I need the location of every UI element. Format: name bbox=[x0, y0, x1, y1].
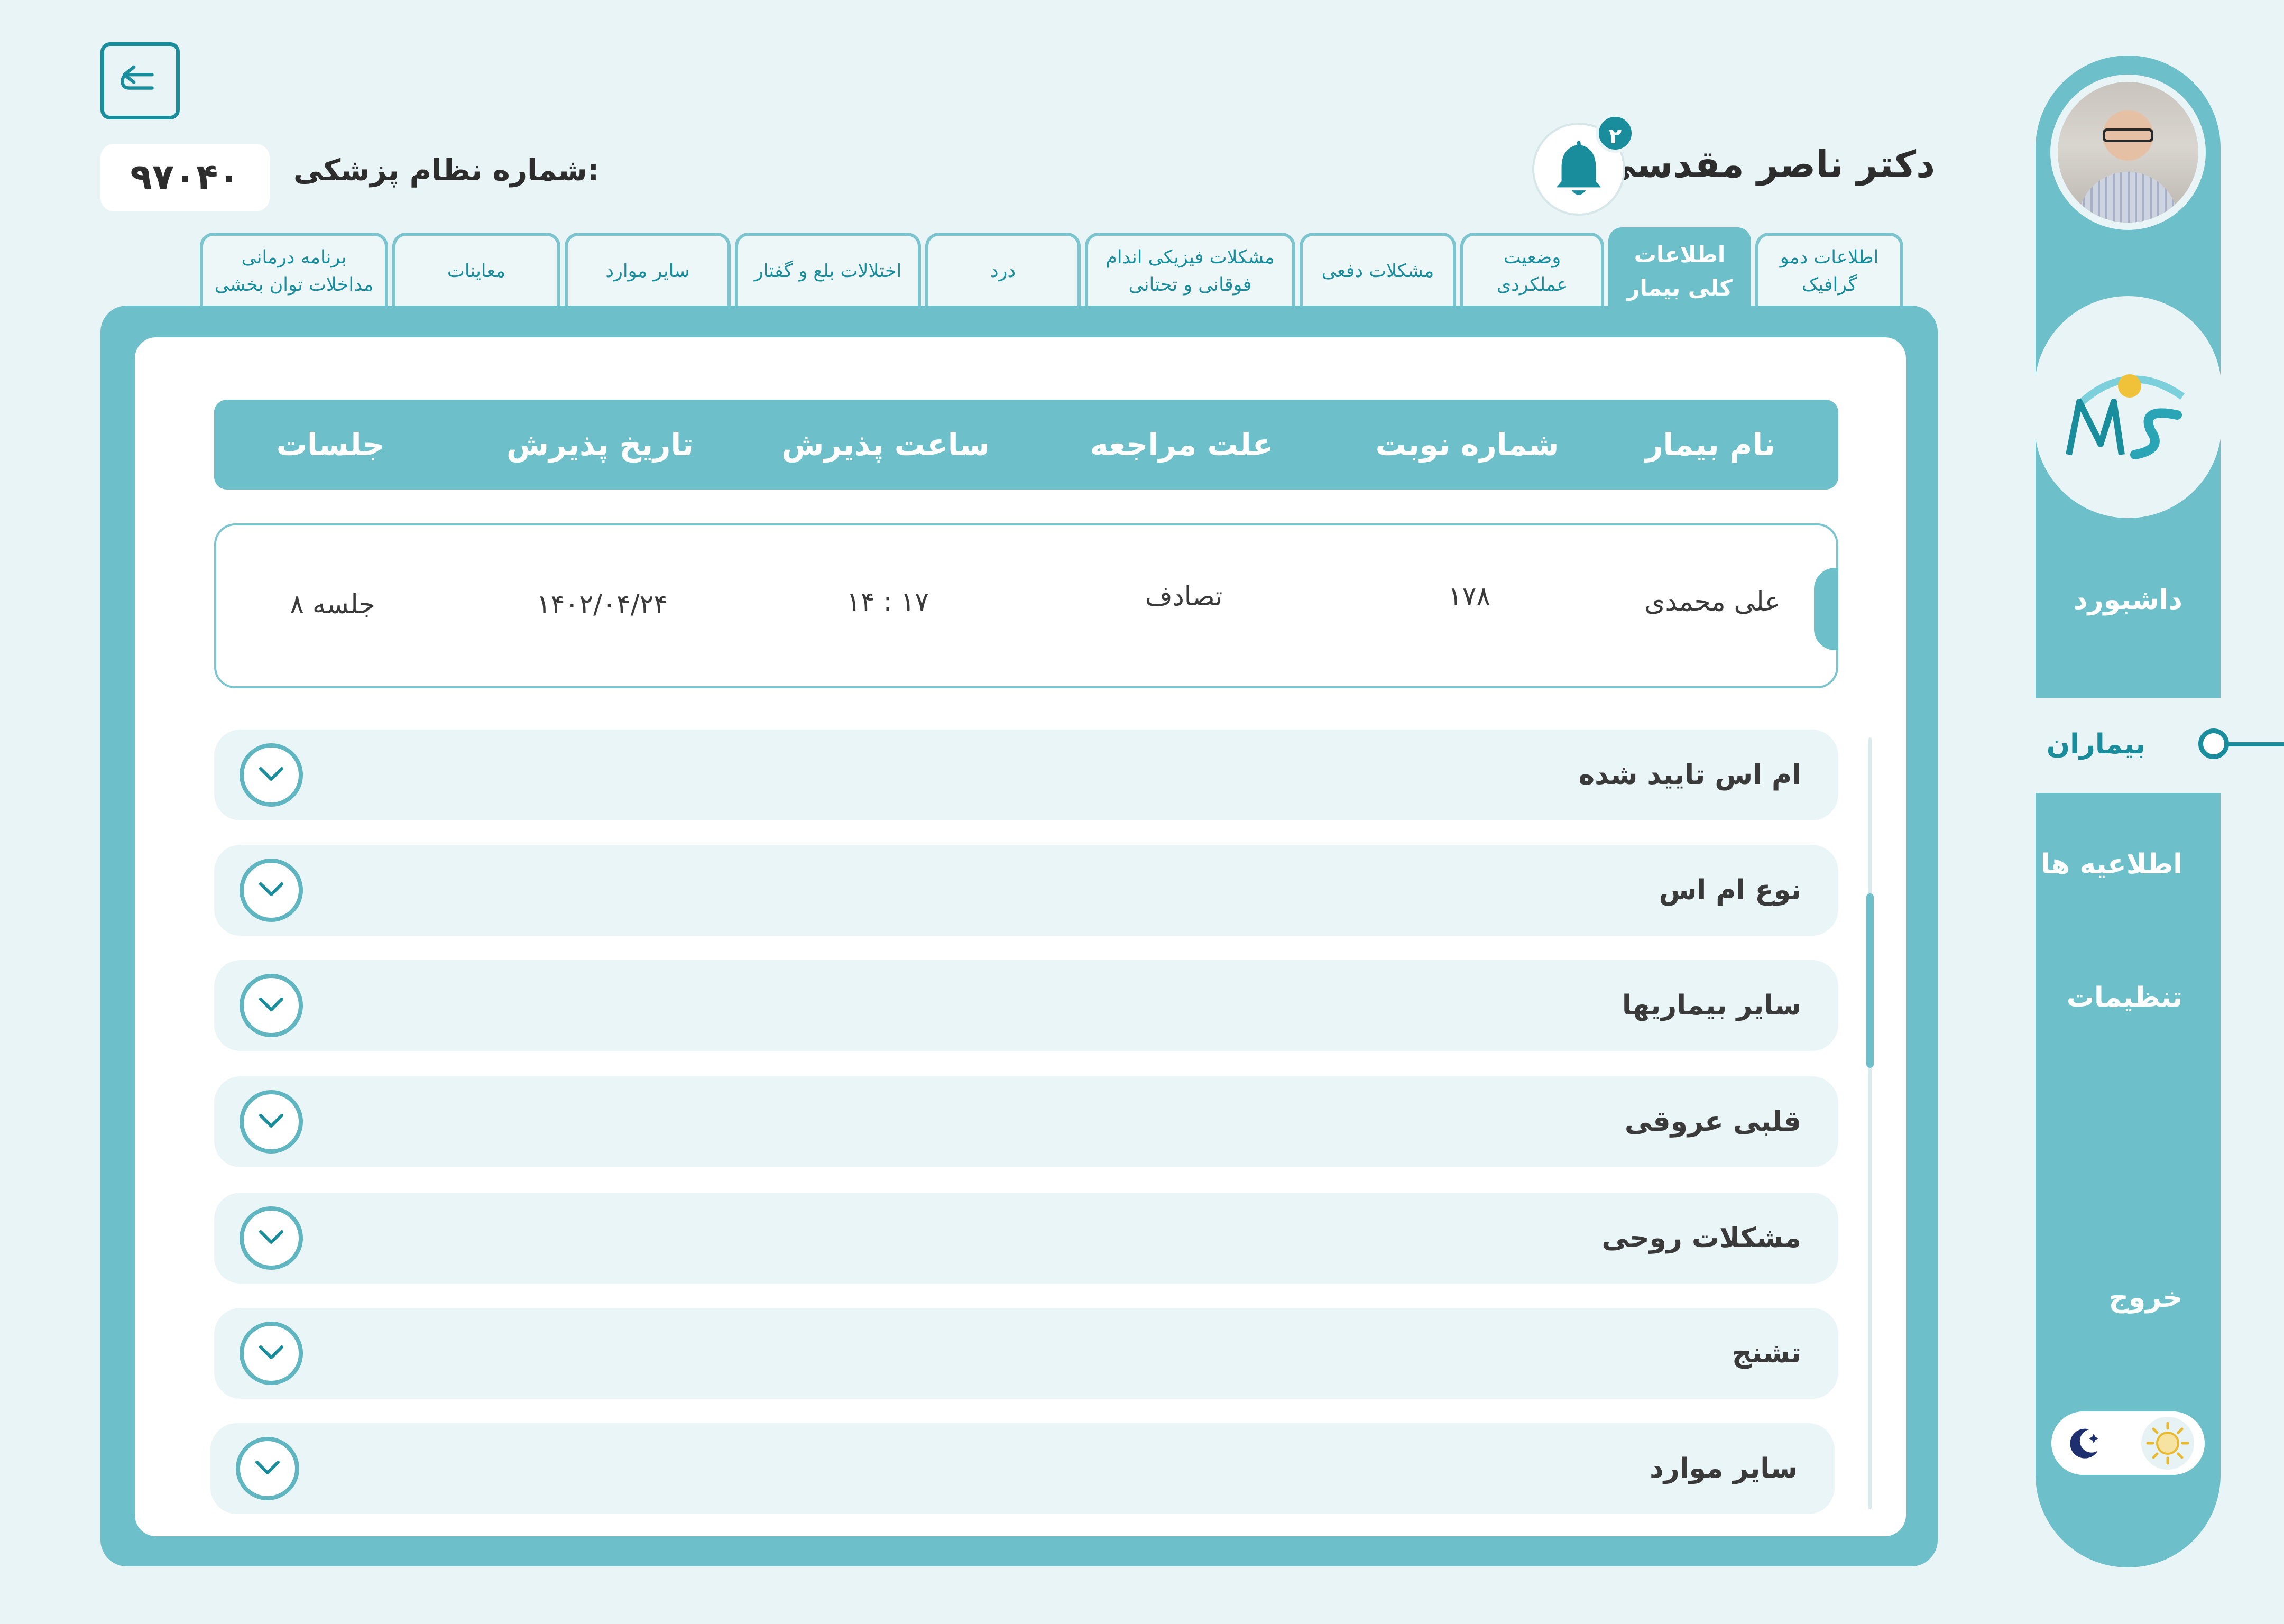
chevron-down-icon bbox=[259, 882, 283, 896]
tab-general-info[interactable]: اطلاعات کلی بیمار bbox=[1608, 227, 1751, 312]
expand-toggle[interactable] bbox=[240, 859, 303, 922]
cell-visit-reason: تصادف bbox=[1145, 581, 1223, 612]
expand-toggle[interactable] bbox=[240, 974, 303, 1037]
tab-pain[interactable]: درد bbox=[925, 233, 1081, 307]
tab-label: اختلالات بلع و گفتار bbox=[754, 260, 902, 282]
header-sessions: جلسات bbox=[276, 427, 385, 463]
accordion-label: تشنج bbox=[1732, 1337, 1801, 1369]
accordion-ms-confirmed[interactable]: ام اس تایید شده bbox=[214, 730, 1838, 820]
tab-label: اطلاعات کلی بیمار bbox=[1627, 242, 1733, 301]
tab-label: برنامه درمانی مداخلات توان بخشی bbox=[214, 246, 374, 296]
sun-icon bbox=[2146, 1422, 2189, 1465]
header-admission-time: ساعت پذیرش bbox=[781, 427, 990, 463]
sidebar-item-dashboard[interactable]: داشبورد bbox=[2074, 584, 2182, 616]
accordion-ms-type[interactable]: نوع ام اس bbox=[214, 845, 1838, 936]
tab-label: مشکلات فیزیکی اندام فوقانی و تحتانی bbox=[1106, 246, 1275, 296]
accordion-label: سایر موارد bbox=[1650, 1453, 1798, 1484]
avatar[interactable] bbox=[2058, 82, 2198, 223]
tab-physical-problems[interactable]: مشکلات فیزیکی اندام فوقانی و تحتانی bbox=[1085, 233, 1295, 307]
cell-admission-time: ۱۴ : ۱۷ bbox=[846, 586, 929, 617]
tab-label: مشکلات دفعی bbox=[1321, 260, 1434, 282]
ms-logo bbox=[2066, 374, 2185, 459]
accordion-mental-problems[interactable]: مشکلات روحی bbox=[214, 1193, 1838, 1284]
tab-label: درد bbox=[990, 260, 1016, 282]
sun-icon-holder[interactable] bbox=[2141, 1417, 2194, 1470]
scrollbar-thumb[interactable] bbox=[1866, 893, 1874, 1068]
chevron-down-icon bbox=[259, 998, 283, 1011]
chevron-down-icon bbox=[255, 1461, 280, 1474]
tab-label: اطلاعات دمو گرافیک bbox=[1780, 246, 1879, 296]
cell-admission-date: ۱۴۰۲/۰۴/۲۴ bbox=[536, 589, 668, 620]
avatar-frame bbox=[2050, 75, 2206, 230]
expand-toggle[interactable] bbox=[240, 1322, 303, 1385]
tab-excretory-problems[interactable]: مشکلات دفعی bbox=[1300, 233, 1456, 307]
table-header: نام بیمار شماره نوبت علت مراجعه ساعت پذی… bbox=[214, 400, 1838, 490]
cell-sessions: ۸ جلسه bbox=[290, 589, 375, 620]
tab-label: معاینات bbox=[447, 260, 506, 282]
doctor-name: دکتر ناصر مقدسی bbox=[1599, 143, 1935, 186]
scrollbar-track[interactable] bbox=[1868, 737, 1872, 1509]
accordion-label: سایر بیماریها bbox=[1622, 990, 1801, 1021]
header-patient-name: نام بیمار bbox=[1645, 427, 1775, 463]
avatar-glasses bbox=[2103, 128, 2153, 142]
notification-badge: ۲ bbox=[1596, 114, 1635, 153]
accordion-other-items[interactable]: سایر موارد bbox=[210, 1423, 1835, 1514]
moon-icon[interactable] bbox=[2065, 1424, 2103, 1462]
header-turn-number: شماره نوبت bbox=[1375, 427, 1559, 463]
theme-toggle[interactable] bbox=[2051, 1411, 2205, 1475]
header-admission-date: تاریخ پذیرش bbox=[506, 427, 694, 463]
back-arrow-icon bbox=[121, 65, 154, 90]
accordion-cardiovascular[interactable]: قلبی عروقی bbox=[214, 1076, 1838, 1167]
active-indicator-dot bbox=[2198, 728, 2229, 759]
accordion-other-diseases[interactable]: سایر بیماریها bbox=[214, 960, 1838, 1051]
back-button[interactable] bbox=[100, 42, 180, 119]
avatar-shirt bbox=[2078, 172, 2178, 223]
sidebar: داشبورد اطلاعیه ها تنظیمات خروج bbox=[2034, 56, 2222, 1567]
expand-toggle[interactable] bbox=[240, 1206, 303, 1270]
tab-other[interactable]: سایر موارد bbox=[565, 233, 731, 307]
table-row[interactable]: علی محمدی ۱۷۸ تصادف ۱۴ : ۱۷ ۱۴۰۲/۰۴/۲۴ ۸… bbox=[214, 523, 1838, 688]
tab-label: سایر موارد bbox=[605, 260, 690, 282]
cell-patient-name: علی محمدی bbox=[1644, 586, 1781, 617]
sidebar-item-settings[interactable]: تنظیمات bbox=[2067, 982, 2182, 1013]
tab-demographic[interactable]: اطلاعات دمو گرافیک bbox=[1755, 233, 1903, 307]
cell-turn-number: ۱۷۸ bbox=[1448, 581, 1491, 612]
logo-container bbox=[2034, 296, 2222, 518]
license-label: شماره نظام پزشکی: bbox=[293, 153, 600, 188]
accordion-label: ام اس تایید شده bbox=[1578, 759, 1801, 791]
chevron-down-icon bbox=[259, 1345, 283, 1359]
tab-label: وضعیت عملکردی bbox=[1496, 246, 1568, 296]
accordion-seizure[interactable]: تشنج bbox=[214, 1308, 1838, 1399]
sidebar-item-patients-label: بیماران bbox=[2046, 728, 2145, 760]
sidebar-item-patients[interactable]: بیماران bbox=[2036, 698, 2221, 793]
chevron-down-icon bbox=[259, 1230, 283, 1244]
expand-toggle[interactable] bbox=[236, 1437, 299, 1500]
chevron-down-icon bbox=[259, 767, 283, 781]
sidebar-item-logout[interactable]: خروج bbox=[2108, 1282, 2182, 1314]
header-visit-reason: علت مراجعه bbox=[1090, 427, 1274, 463]
accordion-label: قلبی عروقی bbox=[1624, 1106, 1801, 1138]
sidebar-item-announcements[interactable]: اطلاعیه ها bbox=[2041, 848, 2182, 880]
expand-toggle[interactable] bbox=[240, 1090, 303, 1154]
accordion-label: مشکلات روحی bbox=[1601, 1222, 1801, 1254]
tab-treatment-plan[interactable]: برنامه درمانی مداخلات توان بخشی bbox=[200, 233, 388, 307]
license-number: ۹۷۰۴۰ bbox=[100, 144, 270, 211]
expand-toggle[interactable] bbox=[240, 743, 303, 807]
row-marker bbox=[1814, 568, 1838, 650]
tab-examinations[interactable]: معاینات bbox=[392, 233, 560, 307]
active-indicator-line bbox=[2227, 742, 2284, 746]
accordion-label: نوع ام اس bbox=[1659, 874, 1801, 906]
tab-functional-status[interactable]: وضعیت عملکردی bbox=[1460, 233, 1604, 307]
chevron-down-icon bbox=[259, 1114, 283, 1128]
tab-swallow-speech[interactable]: اختلالات بلع و گفتار bbox=[735, 233, 921, 307]
